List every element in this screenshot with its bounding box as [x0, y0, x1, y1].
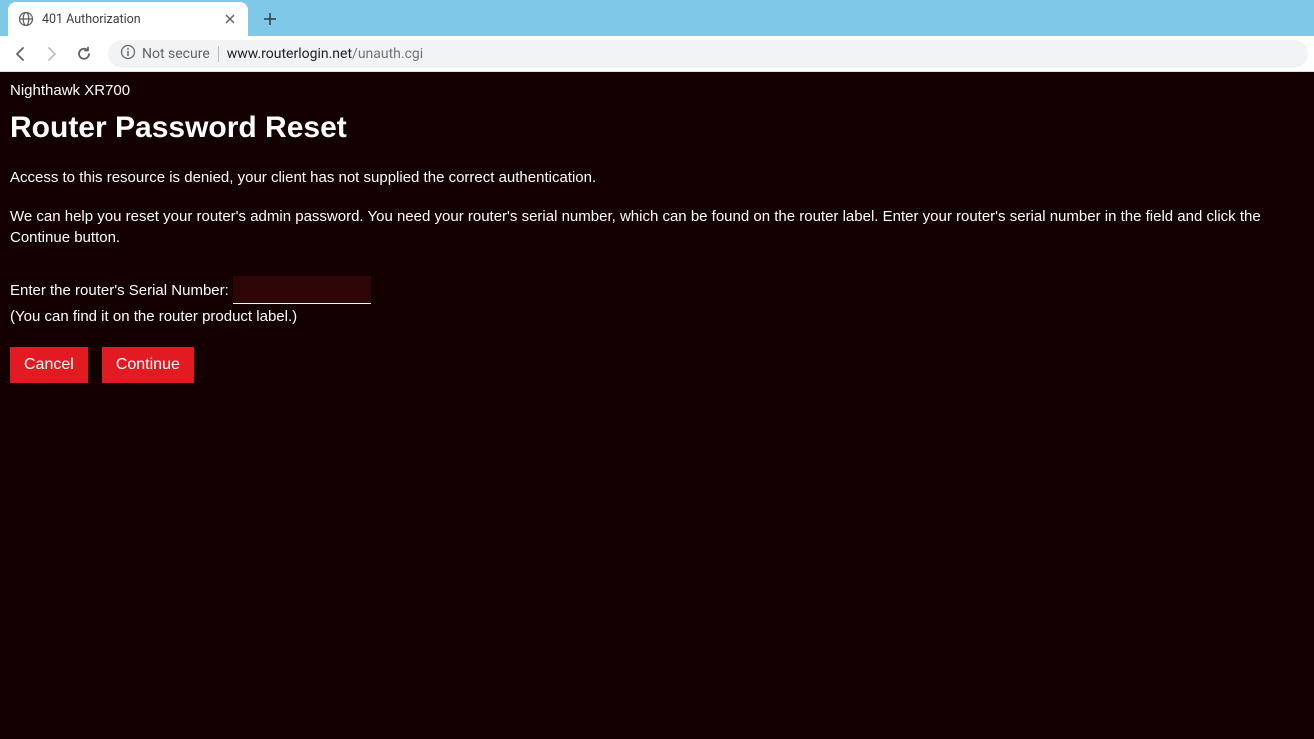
info-icon — [120, 44, 136, 64]
url-domain: www.routerlogin.net — [227, 46, 352, 62]
address-bar[interactable]: Not secure www.routerlogin.net/unauth.cg… — [108, 40, 1308, 68]
device-name: Nighthawk XR700 — [10, 82, 1304, 99]
forward-button — [38, 40, 66, 68]
serial-hint: (You can find it on the router product l… — [10, 308, 1304, 325]
tab-title: 401 Authorization — [42, 12, 214, 27]
button-row: Cancel Continue — [10, 347, 1304, 383]
globe-icon — [18, 11, 34, 27]
url-text: www.routerlogin.net/unauth.cgi — [227, 46, 423, 62]
new-tab-button[interactable] — [256, 5, 284, 33]
browser-toolbar: Not secure www.routerlogin.net/unauth.cg… — [0, 36, 1314, 72]
url-path: /unauth.cgi — [352, 46, 423, 62]
page-body: Nighthawk XR700 Router Password Reset Ac… — [0, 72, 1314, 739]
address-divider — [218, 46, 219, 62]
browser-tab[interactable]: 401 Authorization — [8, 2, 248, 36]
reload-button[interactable] — [70, 40, 98, 68]
continue-button[interactable]: Continue — [102, 347, 194, 383]
back-button[interactable] — [6, 40, 34, 68]
serial-label: Enter the router's Serial Number: — [10, 282, 229, 299]
access-denied-text: Access to this resource is denied, your … — [10, 167, 1304, 188]
site-info[interactable]: Not secure — [120, 44, 210, 64]
serial-input[interactable] — [233, 276, 371, 304]
tab-bar: 401 Authorization — [0, 0, 1314, 36]
serial-row: Enter the router's Serial Number: — [10, 276, 1304, 304]
not-secure-label: Not secure — [142, 46, 210, 62]
cancel-button[interactable]: Cancel — [10, 347, 88, 383]
close-icon[interactable] — [222, 11, 238, 27]
page-title: Router Password Reset — [10, 111, 1304, 145]
instructions-text: We can help you reset your router's admi… — [10, 206, 1304, 248]
